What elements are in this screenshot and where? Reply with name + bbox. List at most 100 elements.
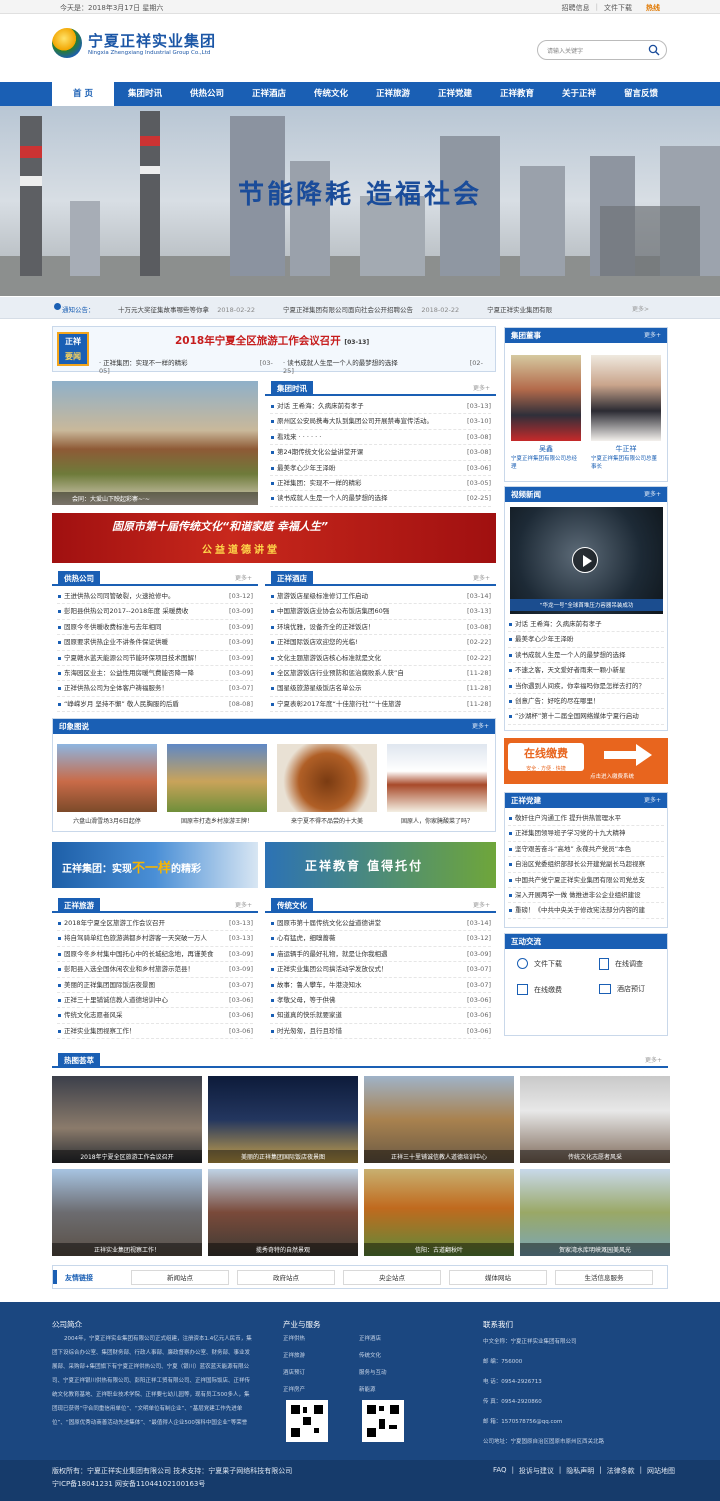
headline-title[interactable]: 2018年宁夏全区旅游工作会议召开 [03-13] bbox=[175, 333, 369, 348]
list-item-title[interactable]: “沙湖杯”第十二届全国网络媒体宁夏行启动 bbox=[508, 709, 664, 723]
list-item[interactable]: 传统文化志愿者风采 [03-06] bbox=[57, 1008, 253, 1024]
hot-pic-thumb[interactable]: 传统文化志愿者风采 bbox=[520, 1076, 670, 1163]
list-item-title[interactable]: 深入开展两学一做 做推进非公企业组织建设 bbox=[508, 888, 664, 902]
list-item[interactable]: 重磅！《中共中央关于修改宪法部分内容的建 bbox=[508, 903, 664, 919]
list-item-title[interactable]: 最美孝心少年王泽盼 bbox=[270, 461, 463, 475]
list-item[interactable]: 文化主题旅游饭店核心标准就是文化 [02-22] bbox=[270, 651, 491, 666]
group-news-more[interactable]: 更多+ bbox=[473, 381, 490, 396]
footer-link[interactable]: 隐私声明 bbox=[566, 1466, 594, 1476]
list-item[interactable]: 彭阳县供热公司2017--2018年度 采暖费收 [03-09] bbox=[57, 604, 253, 620]
list-item-title[interactable]: 正祥集团领导班子学习党的十九大精神 bbox=[508, 826, 664, 840]
list-item-title[interactable]: 敬奸住户沟通工作 提升供热管理水平 bbox=[508, 811, 664, 825]
impression-caption[interactable]: 六盘山滑雪场3月6日起停 bbox=[57, 816, 157, 825]
list-item-title[interactable]: “峥嵘岁月 坚持不懈” 敬人民胸服的后盾 bbox=[57, 697, 225, 711]
list-item[interactable]: 王进供热公司同管破裂，火速抢修中。 [03-12] bbox=[57, 589, 253, 605]
list-item-title[interactable]: 国星级旅游星级饭店名单公示 bbox=[270, 681, 463, 695]
hot-pic-thumb[interactable]: 贺家湾水库明峡溉园美风光 bbox=[520, 1169, 670, 1256]
impression-thumb[interactable] bbox=[167, 744, 267, 812]
impression-thumb[interactable] bbox=[57, 744, 157, 812]
list-item[interactable]: 深入开展两学一做 做推进非公企业组织建设 bbox=[508, 888, 664, 904]
list-item[interactable]: 正祥供热公司为全体客户祷福服务！ [03-07] bbox=[57, 681, 253, 697]
list-item[interactable]: 正祥国际饭店欢迎您的光临! [02-22] bbox=[270, 635, 491, 651]
nav-travel[interactable]: 正祥旅游 bbox=[362, 82, 424, 106]
hot-pic-thumb[interactable]: 正祥实业集团视察工作！ bbox=[52, 1169, 202, 1256]
play-icon[interactable] bbox=[572, 547, 598, 573]
list-item[interactable]: 全区旅游饭店行业预防和惩治腐败系人获”自 [11-28] bbox=[270, 666, 491, 682]
list-item[interactable]: 固原今冬乡村集中国托心中的长城纪念地，再谨美食 [03-09] bbox=[57, 947, 253, 963]
list-item[interactable]: 东海园区业主：公益性用房暖气费能否降一降 [03-09] bbox=[57, 666, 253, 682]
headline-sub-item[interactable]: · 正祥集团：实现不一样的精彩 [03-05] bbox=[99, 357, 283, 375]
footer-service-link[interactable]: 正祥旅游 bbox=[283, 1349, 359, 1363]
footer-service-link[interactable]: 正祥供热 bbox=[283, 1332, 359, 1346]
heating-more[interactable]: 更多+ bbox=[235, 571, 252, 586]
list-item[interactable]: 对话 王希海：久病床前有孝子 bbox=[508, 617, 664, 633]
nav-education[interactable]: 正祥教育 bbox=[486, 82, 548, 106]
friend-link[interactable]: 新闻站点 bbox=[131, 1270, 229, 1285]
footer-service-link[interactable]: 新能源 bbox=[359, 1383, 435, 1397]
list-item[interactable]: 正祥实业集团公司搞活动学发放仪式！ [03-07] bbox=[270, 962, 491, 978]
list-item[interactable]: 旅游饭店星级标准修订工作启动 [03-14] bbox=[270, 589, 491, 605]
list-item[interactable]: 固原要求供热企业不讲条件保证供暖 [03-09] bbox=[57, 635, 253, 651]
promo-group-banner[interactable]: 正祥集团：实现不一样的精彩 bbox=[52, 842, 258, 888]
hot-pic-thumb[interactable]: 2018年宁夏全区旅游工作会议召开 bbox=[52, 1076, 202, 1163]
list-item-title[interactable]: 读书成就人生是一个人的最梦想的选择 bbox=[270, 491, 463, 505]
list-item-title[interactable]: 固原要求供热企业不讲条件保证供暖 bbox=[57, 635, 225, 649]
travel-more[interactable]: 更多+ bbox=[235, 898, 252, 913]
list-item[interactable]: 心有猛虎，细嗅蔷薇 [03-12] bbox=[270, 931, 491, 947]
list-item-title[interactable]: 宁夏赣水蓝天能源公司节能环保项目技术图解！ bbox=[57, 651, 225, 665]
logo-title[interactable]: 宁夏正祥实业集团 bbox=[88, 30, 216, 51]
list-item[interactable]: 最美孝心少年王泽盼 bbox=[508, 632, 664, 648]
list-item[interactable]: 最美孝心少年王泽盼 [03-06] bbox=[270, 461, 491, 476]
promo-education-banner[interactable]: 正祥教育 值得托付 bbox=[265, 842, 496, 888]
list-item-title[interactable]: 重磅！《中共中央关于修改宪法部分内容的建 bbox=[508, 903, 664, 917]
list-item[interactable]: 中国旅游饭店业协会公布饭店集团60强 [03-13] bbox=[270, 604, 491, 620]
list-item[interactable]: 时光匆匆，且行且珍惜 [03-06] bbox=[270, 1024, 491, 1040]
list-item-title[interactable]: 时光匆匆，且行且珍惜 bbox=[270, 1024, 463, 1038]
list-item-title[interactable]: 2018年宁夏全区旅游工作会议召开 bbox=[57, 916, 225, 930]
footer-service-link[interactable]: 酒店预订 bbox=[283, 1366, 359, 1380]
list-item-title[interactable]: 庙运辆手的最好礼物，就是让你我相遇 bbox=[270, 947, 463, 961]
list-item[interactable]: 对话 王希海：久病床前有孝子 [03-13] bbox=[270, 399, 491, 415]
impression-more[interactable]: 更多+ bbox=[472, 719, 489, 734]
search-icon[interactable] bbox=[648, 44, 660, 56]
list-item[interactable]: 2018年宁夏全区旅游工作会议召开 [03-13] bbox=[57, 916, 253, 932]
impression-thumb[interactable] bbox=[277, 744, 377, 812]
list-item-title[interactable]: 孝敬父母，等于供佛 bbox=[270, 993, 463, 1007]
list-item[interactable]: 庙运辆手的最好礼物，就是让你我相遇 [03-09] bbox=[270, 947, 491, 963]
list-item-title[interactable]: 正祥国际饭店欢迎您的光临! bbox=[270, 635, 463, 649]
list-item-title[interactable]: 中国旅游饭店业协会公布饭店集团60强 bbox=[270, 604, 463, 618]
list-item[interactable]: 第24期传统文化公益讲堂开课 [03-08] bbox=[270, 445, 491, 461]
list-item-title[interactable]: 全区旅游饭店行业预防和惩治腐败系人获”自 bbox=[270, 666, 463, 680]
list-item-title[interactable]: 读书成就人生是一个人的最梦想的选择 bbox=[508, 648, 664, 662]
footer-service-link[interactable]: 正祥房产 bbox=[283, 1383, 359, 1397]
list-item[interactable]: 正祥集团领导班子学习党的十九大精神 bbox=[508, 826, 664, 842]
friend-link[interactable]: 政府站点 bbox=[237, 1270, 335, 1285]
list-item-title[interactable]: 心有猛虎，细嗅蔷薇 bbox=[270, 931, 463, 945]
impression-thumb[interactable] bbox=[387, 744, 487, 812]
ad-banner[interactable]: 固原市第十届传统文化“和谐家庭 幸福人生” 公益道德讲堂 bbox=[52, 513, 496, 563]
list-item-title[interactable]: 正祥实业集团公司搞活动学发放仪式！ bbox=[270, 962, 463, 976]
list-item-title[interactable]: 最美孝心少年王泽盼 bbox=[508, 632, 664, 646]
footer-service-link[interactable]: 正祥酒店 bbox=[359, 1332, 435, 1346]
list-item[interactable]: 美丽的正祥集团国际饭店夜景图 [03-07] bbox=[57, 978, 253, 993]
hero-banner[interactable]: 节能降耗 造福社会 bbox=[0, 106, 720, 296]
photo-slider[interactable]: 会同：大爱山下映起彩寨~·~ bbox=[52, 381, 258, 505]
list-item-title[interactable]: 美丽的正祥集团国际饭店夜景图 bbox=[57, 978, 225, 992]
hot-pic-thumb[interactable]: 信阳：古道翻秋叶 bbox=[364, 1169, 514, 1256]
file-download-link[interactable]: 文件下载 bbox=[517, 958, 562, 969]
online-payment-link[interactable]: 在线缴费 bbox=[517, 984, 562, 995]
list-item-title[interactable]: 彭阳县入选全国休闲农业和乡村旅游示范县！ bbox=[57, 962, 225, 976]
list-item-title[interactable]: 将自驾骑单红色旅游满都乡村游客一天突破一万人 bbox=[57, 931, 225, 945]
recruit-link[interactable]: 招聘信息 bbox=[562, 3, 590, 13]
impression-caption[interactable]: 固原市打造乡村旅游王牌！ bbox=[167, 816, 267, 825]
list-item-title[interactable]: 旅游饭店星级标准修订工作启动 bbox=[270, 589, 463, 603]
list-item-title[interactable]: 故事：鲁人攀车，牛港浇知水 bbox=[270, 978, 463, 992]
list-item-title[interactable]: 坚守艰苦奋斗“高地” 永葆共产党员“本色 bbox=[508, 842, 664, 856]
nav-news[interactable]: 集团时讯 bbox=[114, 82, 176, 106]
nav-party[interactable]: 正祥党建 bbox=[424, 82, 486, 106]
list-item-title[interactable]: 第24期传统文化公益讲堂开课 bbox=[270, 445, 463, 459]
impression-caption[interactable]: 固原人，你家腌酸菜了吗？ bbox=[387, 816, 487, 825]
chairman-more[interactable]: 更多+ bbox=[644, 328, 661, 343]
list-item-title[interactable]: 固原市第十届传统文化公益道德讲堂 bbox=[270, 916, 463, 930]
list-item[interactable]: 不速之客，天文爱好者雨来一颗小新星 bbox=[508, 663, 664, 679]
